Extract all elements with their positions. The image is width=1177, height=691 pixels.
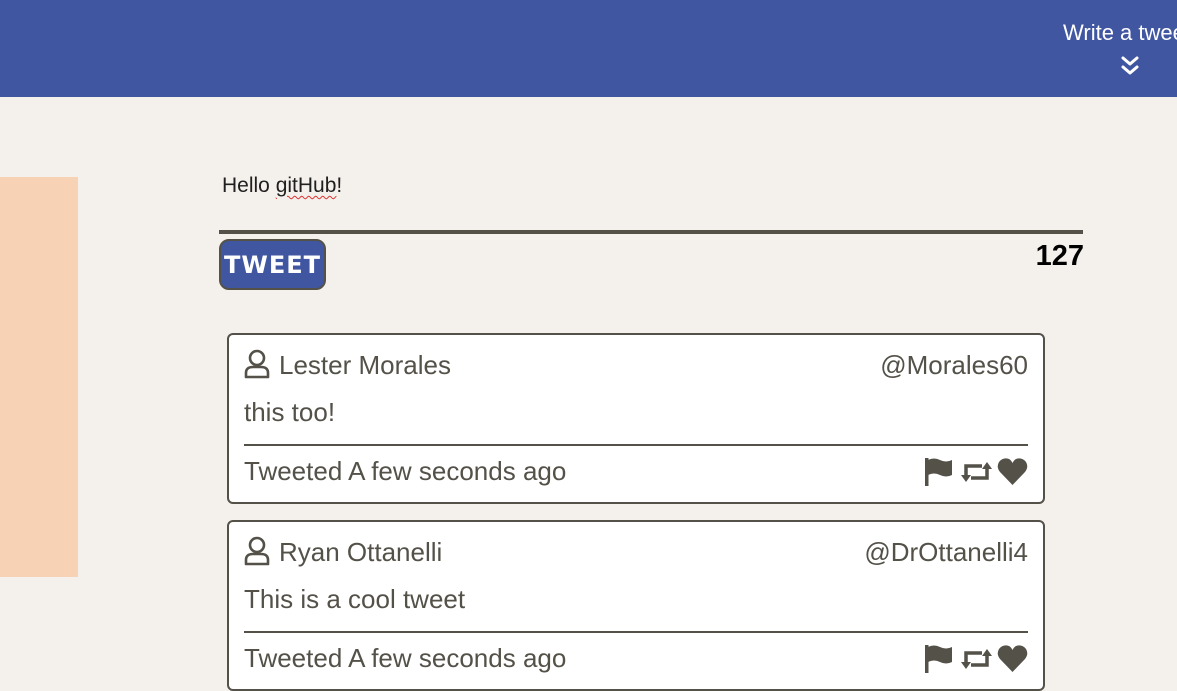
tweet-timestamp: Tweeted A few seconds ago (244, 456, 567, 486)
tweet-actions (923, 457, 1028, 487)
retweet-icon[interactable] (960, 644, 992, 674)
tweet-card: Ryan Ottanelli @DrOttanelli4 This is a c… (227, 520, 1045, 691)
tweet-button[interactable]: TWEET (219, 239, 326, 290)
tweet-author-name: Lester Morales (279, 350, 451, 380)
flag-icon[interactable] (923, 457, 954, 487)
char-counter: 127 (1035, 240, 1084, 272)
heart-icon[interactable] (997, 644, 1028, 674)
tweet-author-handle: @Morales60 (880, 350, 1028, 380)
compose-divider (219, 230, 1083, 234)
compose-text-part: Hello (222, 174, 276, 197)
heart-icon[interactable] (997, 457, 1028, 487)
compose-misspelled-word: gitHub (275, 174, 337, 197)
tweet-divider (244, 444, 1028, 446)
tweet-card: Lester Morales @Morales60 this too! Twee… (227, 333, 1045, 504)
tweet-timestamp: Tweeted A few seconds ago (244, 643, 567, 673)
user-icon (244, 349, 270, 379)
top-nav-bar: Write a tweet (0, 0, 1177, 97)
tweet-content: This is a cool tweet (244, 584, 466, 614)
user-icon (244, 536, 270, 566)
compose-text-part: ! (336, 174, 343, 197)
retweet-icon[interactable] (960, 457, 992, 487)
side-panel (0, 177, 78, 577)
tweet-content: this too! (244, 397, 336, 427)
tweet-actions (923, 644, 1028, 674)
tweet-author-handle: @DrOttanelli4 (864, 537, 1028, 567)
tweet-author-name: Ryan Ottanelli (279, 537, 443, 567)
tweet-compose-input[interactable]: Hello gitHub! (222, 174, 342, 198)
flag-icon[interactable] (923, 644, 954, 674)
tweet-divider (244, 631, 1028, 633)
write-tweet-link[interactable]: Write a tweet (1063, 20, 1177, 46)
double-chevron-down-icon[interactable] (1120, 55, 1140, 77)
